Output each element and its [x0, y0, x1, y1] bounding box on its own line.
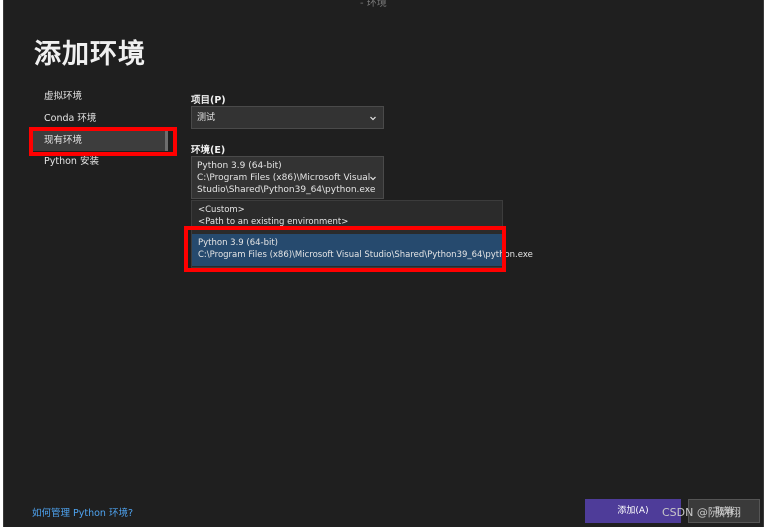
selection-indicator: [165, 131, 168, 151]
environment-option-python39[interactable]: Python 3.9 (64-bit) C:\Program Files (x8…: [192, 234, 533, 266]
page-title: 添加环境: [34, 39, 146, 70]
environment-select-line: Studio\Shared\Python39_64\python.exe: [197, 185, 376, 195]
add-environment-dialog: - 环境 添加环境 虚拟环境 Conda 环境 现有环境 Python 安装 项…: [3, 0, 764, 527]
sidebar-item-label: 虚拟环境: [44, 91, 83, 102]
option-line: <Path to an existing environment>: [198, 217, 349, 227]
sidebar-item-label: 现有环境: [44, 135, 83, 146]
window-title: - 环境: [360, 0, 387, 9]
sidebar-item-python-install[interactable]: Python 安装: [44, 153, 99, 171]
project-select[interactable]: 测试: [191, 106, 384, 129]
project-label: 项目(P): [191, 95, 226, 106]
chevron-down-icon: [370, 116, 376, 120]
option-line: <Custom>: [198, 205, 245, 215]
environment-select[interactable]: Python 3.9 (64-bit) C:\Program Files (x8…: [191, 156, 384, 199]
environment-select-line: Python 3.9 (64-bit): [197, 161, 282, 171]
environment-select-value: Python 3.9 (64-bit) C:\Program Files (x8…: [197, 160, 375, 196]
chevron-down-icon: [370, 176, 376, 180]
sidebar-item-conda-env[interactable]: Conda 环境: [44, 110, 96, 128]
environment-label: 环境(E): [191, 145, 226, 156]
environment-select-line: C:\Program Files (x86)\Microsoft Visual: [197, 173, 371, 183]
cancel-button[interactable]: 取消: [688, 499, 760, 523]
project-select-value: 测试: [197, 113, 216, 123]
sidebar-item-virtual-env[interactable]: 虚拟环境: [44, 88, 82, 106]
add-button[interactable]: 添加(A): [585, 499, 681, 523]
option-line: C:\Program Files (x86)\Microsoft Visual …: [198, 250, 533, 260]
sidebar-item-label: Python 安装: [44, 156, 99, 167]
environment-options-list: <Custom> <Path to an existing environmen…: [191, 200, 533, 268]
sidebar-item-label: Conda 环境: [44, 113, 97, 124]
environment-option-custom[interactable]: <Custom> <Path to an existing environmen…: [192, 204, 502, 228]
option-line: Python 3.9 (64-bit): [198, 238, 278, 248]
sidebar-item-existing-env[interactable]: 现有环境: [32, 131, 168, 151]
help-link[interactable]: 如何管理 Python 环境?: [32, 505, 133, 519]
